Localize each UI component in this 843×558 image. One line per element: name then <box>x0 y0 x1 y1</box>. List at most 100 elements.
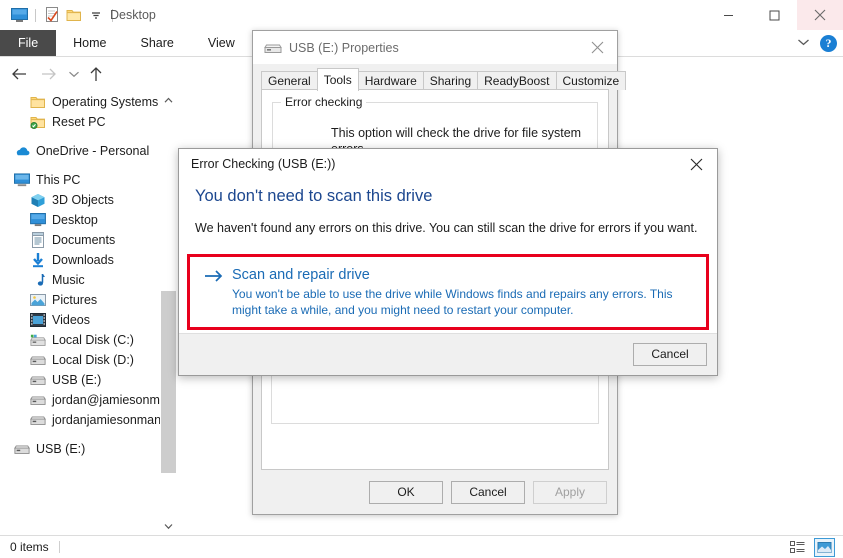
scrollbar-track[interactable] <box>160 109 177 518</box>
new-folder-icon[interactable] <box>63 0 85 30</box>
large-icons-view-icon[interactable] <box>814 538 835 557</box>
sidebar-item-usb-e[interactable]: USB (E:) <box>0 370 160 390</box>
properties-close-button[interactable] <box>577 31 617 63</box>
screen: Desktop File Home Share View ? Operating… <box>0 0 843 558</box>
tab-file[interactable]: File <box>0 30 57 56</box>
tree-group-gap <box>0 161 160 170</box>
navigation-pane: Operating Systems Reset PC OneDrive - Pers… <box>0 92 160 535</box>
sidebar-item-local-disk-c[interactable]: Local Disk (C:) <box>0 330 160 350</box>
3d-objects-icon <box>30 192 46 208</box>
drive-icon <box>14 441 30 457</box>
scan-and-repair-highlight: Scan and repair drive You won't be able … <box>187 254 709 330</box>
error-checking-cancel-button[interactable]: Cancel <box>633 343 707 366</box>
sidebar-item-label: 3D Objects <box>52 193 114 207</box>
sidebar-item-label: This PC <box>36 173 81 187</box>
navigation-scrollbar[interactable] <box>160 92 177 535</box>
sidebar-item-label: jordan@jamiesonma <box>52 393 160 407</box>
window-title: Desktop <box>110 8 156 22</box>
scroll-down-arrow-icon[interactable] <box>160 518 177 535</box>
window-controls <box>705 0 843 30</box>
sidebar-item-label: Operating Systems <box>52 95 159 109</box>
help-icon[interactable]: ? <box>820 34 837 52</box>
error-checking-title: Error Checking (USB (E:)) <box>191 157 336 171</box>
folder-icon <box>30 94 46 110</box>
sidebar-item-this-pc[interactable]: This PC <box>0 170 160 190</box>
sidebar-item-label: Local Disk (C:) <box>52 333 134 347</box>
sidebar-item-local-disk-d[interactable]: Local Disk (D:) <box>0 350 160 370</box>
back-button[interactable] <box>9 64 29 84</box>
scan-and-repair-command-link[interactable]: Scan and repair drive You won't be able … <box>204 265 696 318</box>
sidebar-item-jordanjamiesonman[interactable]: jordanjamiesonman <box>0 410 160 430</box>
tab-hardware[interactable]: Hardware <box>357 71 424 90</box>
sidebar-item-label: Music <box>52 273 85 287</box>
properties-dialog-buttons: OK Cancel Apply <box>369 481 607 504</box>
sidebar-item-documents[interactable]: Documents <box>0 230 160 250</box>
close-button[interactable] <box>797 0 843 30</box>
sidebar-item-label: USB (E:) <box>52 373 102 387</box>
tree-group-gap <box>0 430 160 439</box>
item-count-label: 0 items <box>10 540 49 554</box>
tab-readyboost[interactable]: ReadyBoost <box>477 71 557 90</box>
sidebar-item-operating-systems[interactable]: Operating Systems <box>0 92 160 112</box>
details-view-icon[interactable] <box>787 538 808 557</box>
view-mode-buttons <box>787 538 835 557</box>
sidebar-item-desktop[interactable]: Desktop <box>0 210 160 230</box>
tab-home[interactable]: Home <box>56 30 123 56</box>
sidebar-item-jordan-jamiesonma[interactable]: jordan@jamiesonma <box>0 390 160 410</box>
sidebar-item-pictures[interactable]: Pictures <box>0 290 160 310</box>
error-checking-footer: Cancel <box>179 333 717 375</box>
sidebar-item-label: Desktop <box>52 213 98 227</box>
sidebar-item-label: Reset PC <box>52 115 106 129</box>
properties-icon[interactable] <box>41 0 63 30</box>
scroll-up-arrow-icon[interactable] <box>160 92 177 109</box>
tab-customize[interactable]: Customize <box>555 71 627 90</box>
sidebar-item-usb-e[interactable]: USB (E:) <box>0 439 160 459</box>
desktop-monitor-icon <box>30 212 46 228</box>
drive-icon <box>30 372 46 388</box>
sidebar-item-3d-objects[interactable]: 3D Objects <box>0 190 160 210</box>
status-divider <box>58 541 60 553</box>
sidebar-item-downloads[interactable]: Downloads <box>0 250 160 270</box>
tab-tools[interactable]: Tools <box>316 68 359 91</box>
tab-share[interactable]: Share <box>124 30 191 56</box>
tree-group-gap <box>0 132 160 141</box>
chevron-down-icon[interactable] <box>797 36 810 50</box>
sidebar-item-videos[interactable]: Videos <box>0 310 160 330</box>
sidebar-item-reset-pc[interactable]: Reset PC <box>0 112 160 132</box>
properties-title-bar: USB (E:) Properties <box>253 31 617 64</box>
maximize-button[interactable] <box>751 0 797 30</box>
sidebar-item-onedrive-personal[interactable]: OneDrive - Personal <box>0 141 160 161</box>
sidebar-item-label: Videos <box>52 313 90 327</box>
desktop-monitor-icon[interactable] <box>8 0 30 30</box>
drive-icon <box>264 39 282 57</box>
error-checking-close-button[interactable] <box>675 149 717 179</box>
minimize-button[interactable] <box>705 0 751 30</box>
sidebar-item-music[interactable]: Music <box>0 270 160 290</box>
drive-icon <box>30 412 46 428</box>
ribbon-right-controls: ? <box>797 30 837 56</box>
up-button[interactable] <box>86 64 106 84</box>
scrollbar-thumb[interactable] <box>161 291 176 473</box>
error-checking-title-bar: Error Checking (USB (E:)) <box>179 149 717 179</box>
documents-icon <box>30 232 46 248</box>
customize-qat-chevron-icon[interactable] <box>85 0 107 30</box>
properties-tab-strip: General Tools Hardware Sharing ReadyBoos… <box>261 68 627 91</box>
tab-view[interactable]: View <box>191 30 252 56</box>
sidebar-item-label: USB (E:) <box>36 442 86 456</box>
recent-locations-button[interactable] <box>64 64 84 84</box>
system-drive-icon <box>30 332 46 348</box>
sidebar-item-label: Local Disk (D:) <box>52 353 134 367</box>
error-checking-heading: You don't need to scan this drive <box>195 187 433 205</box>
tab-general[interactable]: General <box>261 71 318 90</box>
ok-button[interactable]: OK <box>369 481 443 504</box>
status-bar: 0 items <box>0 535 843 558</box>
scan-and-repair-title: Scan and repair drive <box>232 267 370 283</box>
sidebar-item-label: Pictures <box>52 293 98 307</box>
forward-button[interactable] <box>38 64 58 84</box>
cancel-button[interactable]: Cancel <box>451 481 525 504</box>
quick-access-toolbar <box>8 0 118 30</box>
tab-sharing[interactable]: Sharing <box>422 71 479 90</box>
toolbar-divider <box>35 8 36 22</box>
music-note-icon <box>30 272 46 288</box>
sidebar-item-label: Documents <box>52 233 116 247</box>
